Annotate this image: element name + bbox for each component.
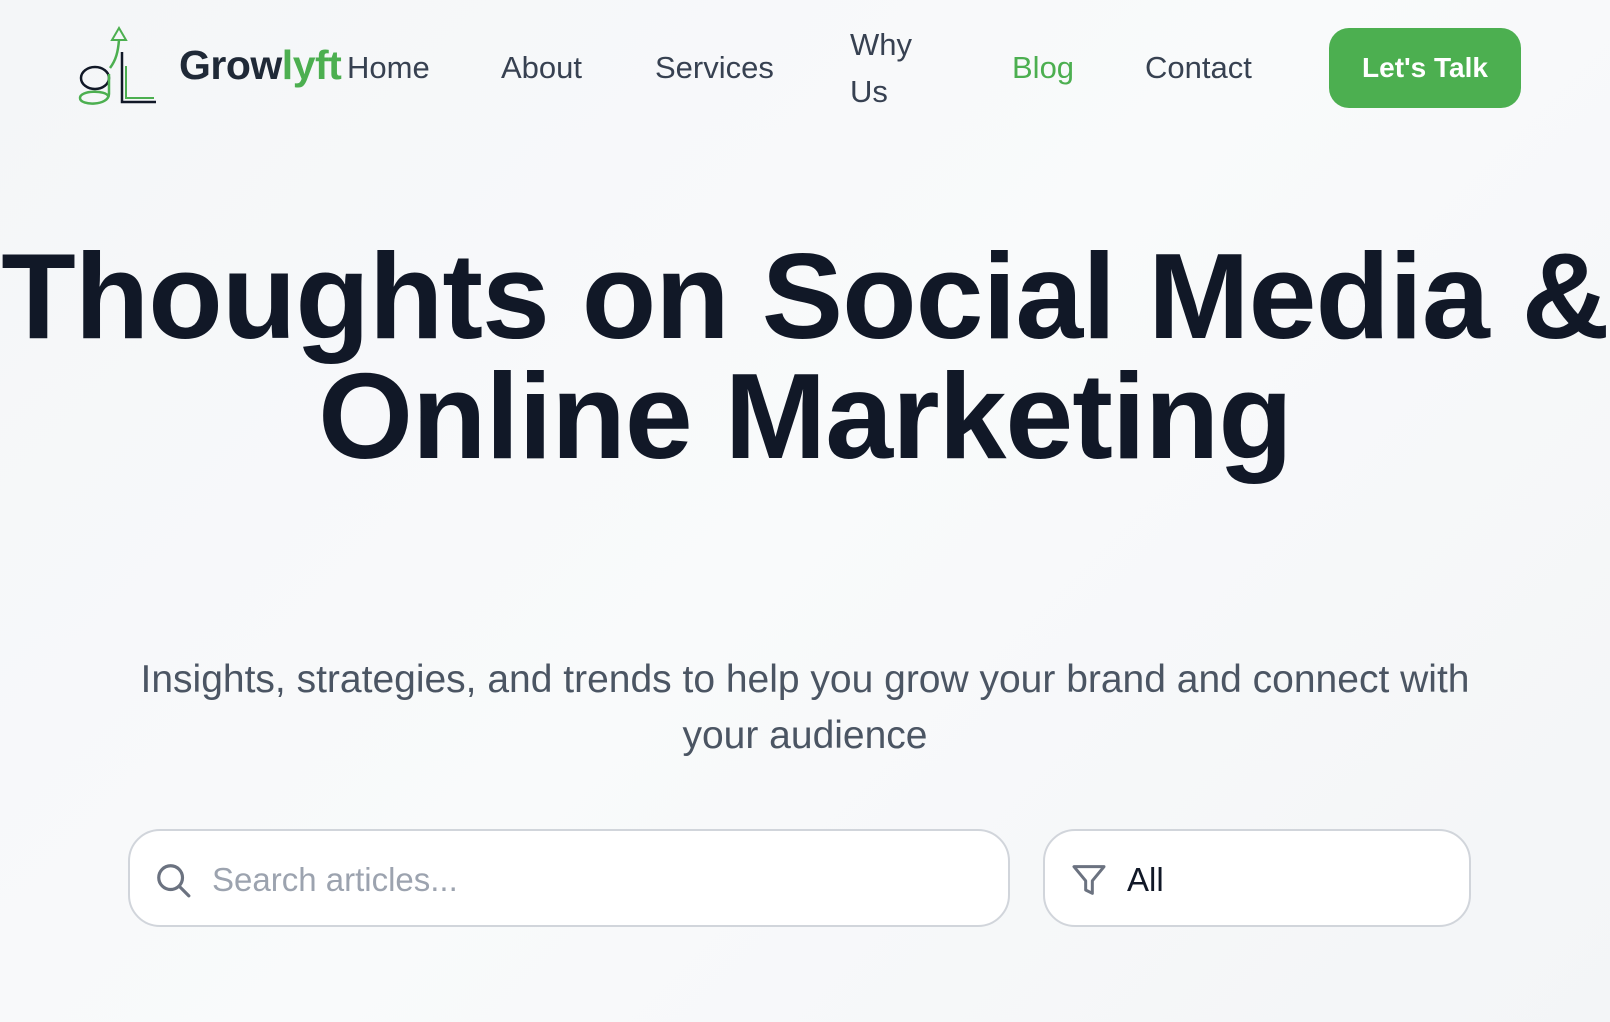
search-input[interactable] [210, 851, 974, 909]
brand-name-part1: Grow [179, 42, 282, 88]
search-icon [157, 864, 191, 898]
filter-selected-value: All [1127, 861, 1164, 898]
growlyft-logo-icon[interactable] [76, 26, 158, 110]
category-filter-select[interactable]: All [1043, 829, 1471, 927]
nav-why-us[interactable]: Why Us [850, 21, 940, 115]
lets-talk-button[interactable]: Let's Talk [1329, 28, 1521, 108]
nav-blog[interactable]: Blog [1012, 50, 1074, 86]
nav-about[interactable]: About [501, 50, 582, 86]
page-title: Thoughts on Social Media & Online Market… [1, 228, 1609, 484]
brand-name-part2: lyft [281, 42, 342, 88]
nav-contact[interactable]: Contact [1145, 50, 1252, 86]
brand-name[interactable]: Growlyft [179, 42, 342, 89]
site-header: Growlyft Home About Services Why Us Blog… [0, 0, 1610, 136]
nav-services[interactable]: Services [655, 50, 774, 86]
filter-icon [1072, 865, 1106, 895]
page-subtitle: Insights, strategies, and trends to help… [140, 658, 1470, 757]
nav-home[interactable]: Home [347, 50, 430, 86]
search-box[interactable] [128, 829, 1010, 927]
